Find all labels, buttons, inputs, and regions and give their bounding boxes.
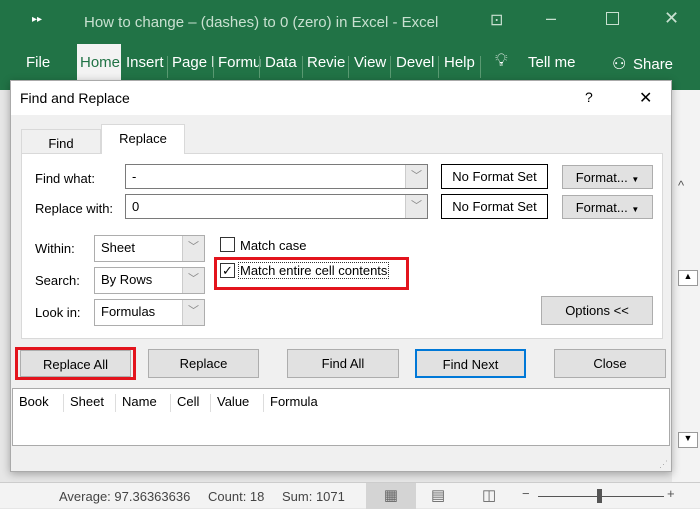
column-value[interactable]: Value [210, 394, 249, 412]
column-name[interactable]: Name [115, 394, 157, 412]
find-replace-dialog: Find and Replace ? ✕ Find Replace Find w… [10, 80, 672, 472]
tab-insert[interactable]: Insert [126, 54, 164, 71]
column-sheet[interactable]: Sheet [63, 394, 104, 412]
tab-formulas[interactable]: Formu [218, 54, 261, 71]
maximize-icon[interactable] [606, 12, 619, 25]
search-label: Search: [35, 273, 80, 288]
find-what-label: Find what: [35, 171, 95, 186]
chevron-down-icon[interactable]: ﹀ [405, 165, 427, 188]
tab-file[interactable]: File [26, 54, 50, 71]
worksheet-background: ^ ▲ ▼ [672, 90, 700, 482]
tab-view[interactable]: View [354, 54, 386, 71]
replace-format-button[interactable]: Format... ▼ [562, 195, 653, 219]
replace-panel: Find what: - ﹀ No Format Set Format... ▼ … [21, 153, 663, 339]
column-cell[interactable]: Cell [170, 394, 199, 412]
chevron-down-icon: ﹀ [182, 268, 204, 293]
tab-help[interactable]: Help [444, 54, 475, 71]
find-what-input[interactable]: - ﹀ [125, 164, 428, 189]
tab-developer[interactable]: Devel [396, 54, 434, 71]
excel-titlebar: ▸▸ How to change – (dashes) to 0 (zero) … [0, 0, 700, 90]
tab-home[interactable]: Home [77, 44, 121, 84]
scroll-down-button[interactable]: ▼ [678, 432, 698, 448]
match-entire-checkbox[interactable]: ✓ [220, 263, 235, 278]
find-next-button[interactable]: Find Next [415, 349, 526, 378]
format-label: Format... [575, 170, 628, 185]
match-case-label[interactable]: Match case [240, 238, 306, 253]
scroll-up-button[interactable]: ▲ [678, 270, 698, 286]
page-layout-view-icon[interactable]: ▤ [431, 486, 445, 504]
zoom-slider-thumb[interactable] [597, 489, 602, 503]
chevron-down-icon[interactable]: ﹀ [405, 195, 427, 218]
close-button[interactable]: Close [554, 349, 666, 378]
quick-access-icon[interactable]: ▸▸ [32, 14, 42, 25]
within-value: Sheet [101, 240, 135, 255]
tab-find[interactable]: Find [21, 129, 101, 153]
status-count: Count: 18 [208, 489, 265, 504]
replace-with-label: Replace with: [35, 201, 114, 216]
replace-with-input[interactable]: 0 ﹀ [125, 194, 428, 219]
window-title: How to change – (dashes) to 0 (zero) in … [84, 14, 439, 31]
look-in-label: Look in: [35, 305, 81, 320]
close-window-icon[interactable]: ✕ [664, 8, 679, 29]
look-in-select[interactable]: Formulas ﹀ [94, 299, 205, 326]
tell-me-box[interactable]: Tell me [528, 54, 576, 71]
replace-all-button[interactable]: Replace All [20, 350, 131, 377]
ribbon-display-icon[interactable]: ⊡ [490, 10, 503, 30]
status-average: Average: 97.36363636 [59, 489, 191, 504]
column-book[interactable]: Book [13, 394, 49, 412]
replace-with-value: 0 [132, 199, 140, 214]
find-all-button[interactable]: Find All [287, 349, 399, 378]
find-what-value: - [132, 169, 137, 184]
collapse-ribbon-icon[interactable]: ^ [678, 178, 684, 193]
dialog-titlebar: Find and Replace ? ✕ [11, 81, 671, 115]
match-entire-label[interactable]: Match entire cell contents [238, 262, 390, 279]
within-select[interactable]: Sheet ﹀ [94, 235, 205, 262]
match-case-checkbox[interactable] [220, 237, 235, 252]
search-value: By Rows [101, 272, 153, 287]
tab-replace[interactable]: Replace [101, 124, 185, 154]
options-button[interactable]: Options << [541, 296, 653, 325]
find-format-button[interactable]: Format... ▼ [562, 165, 653, 189]
resize-grip-icon[interactable]: ⋰ [659, 459, 668, 470]
share-button[interactable]: Share [633, 56, 673, 73]
within-label: Within: [35, 241, 75, 256]
replace-button[interactable]: Replace [148, 349, 259, 378]
status-sum: Sum: 1071 [282, 489, 345, 504]
tab-data[interactable]: Data [265, 54, 297, 71]
zoom-in-button[interactable]: + [667, 486, 675, 501]
look-in-value: Formulas [101, 304, 156, 319]
tab-review[interactable]: Revie [307, 54, 345, 71]
tab-page-layout[interactable]: Page l [172, 54, 215, 71]
chevron-down-icon: ﹀ [182, 236, 204, 261]
results-list[interactable]: Book Sheet Name Cell Value Formula [12, 388, 670, 446]
zoom-out-button[interactable]: − [522, 486, 530, 501]
dialog-title: Find and Replace [20, 90, 130, 106]
page-break-view-icon[interactable]: ◫ [482, 486, 496, 504]
chevron-down-icon: ﹀ [182, 300, 204, 325]
status-bar: Average: 97.36363636 Count: 18 Sum: 1071… [0, 482, 700, 509]
minimize-icon[interactable]: – [546, 8, 556, 29]
search-select[interactable]: By Rows ﹀ [94, 267, 205, 294]
lightbulb-icon: 💡︎ [495, 50, 508, 70]
user-icon: ⚇ [612, 56, 627, 73]
normal-view-icon[interactable]: ▦ [366, 483, 416, 509]
dialog-close-button[interactable]: ✕ [639, 88, 652, 108]
format-label: Format... [575, 200, 628, 215]
replace-format-preview: No Format Set [441, 194, 548, 219]
help-button[interactable]: ? [585, 89, 593, 105]
column-formula[interactable]: Formula [263, 394, 318, 412]
find-format-preview: No Format Set [441, 164, 548, 189]
